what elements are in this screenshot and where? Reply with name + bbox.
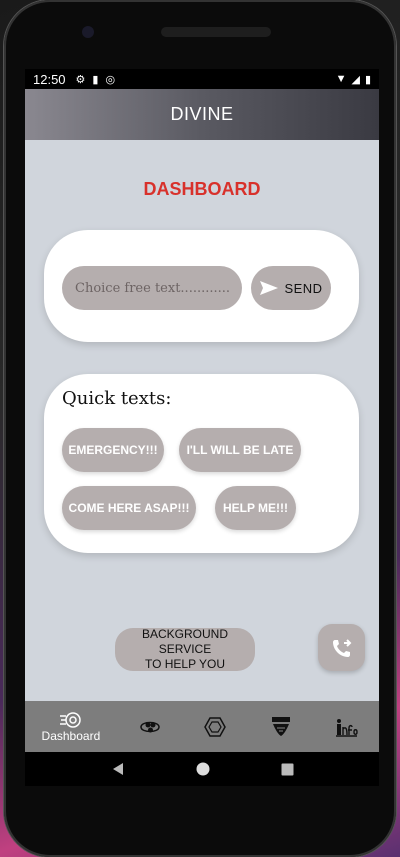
signal-icon: ◢ (351, 73, 360, 86)
call-forward-fab[interactable] (318, 624, 365, 671)
wifi-icon: ▼ (335, 72, 347, 85)
message-card: Choice free text............ SEND (44, 230, 359, 342)
settings-status-icon: ⚙ (75, 73, 86, 86)
background-service-button[interactable]: BACKGROUND SERVICE TO HELP YOU (115, 627, 255, 672)
hexagon-icon (204, 716, 226, 737)
nav-dashboard-label: Dashboard (41, 728, 101, 743)
nav-friends[interactable] (117, 701, 183, 752)
quick-text-help-me[interactable]: HELP ME!!! (215, 486, 296, 530)
free-text-placeholder: Choice free text............ (75, 280, 231, 296)
app-bar: DIVINE (25, 89, 379, 140)
quick-texts-label: Quick texts: (62, 388, 172, 409)
dashboard-icon (59, 711, 81, 728)
sd-card-status-icon: ▮ (92, 73, 99, 86)
quick-text-late[interactable]: I'LL WILL BE LATE (179, 428, 301, 472)
front-camera (82, 26, 94, 38)
phone-forward-icon (332, 638, 351, 657)
nav-info[interactable] (313, 701, 379, 752)
send-icon (260, 281, 279, 295)
send-button[interactable]: SEND (251, 266, 331, 310)
send-label: SEND (284, 280, 323, 296)
free-text-input[interactable]: Choice free text............ (62, 266, 242, 310)
nav-dashboard[interactable]: Dashboard (25, 701, 117, 752)
quick-text-emergency[interactable]: EMERGENCY!!! (62, 428, 164, 472)
page-title: DASHBOARD (143, 179, 261, 199)
sync-status-icon: ◎ (105, 73, 116, 86)
app-screen: 12:50 ⚙ ▮ ◎ ▼ ◢ ▮ DIVINE DASHBOARD Choic… (25, 69, 379, 786)
nav-hexagon[interactable] (182, 701, 248, 752)
recents-icon[interactable] (281, 763, 294, 776)
phone-frame: 12:50 ⚙ ▮ ◎ ▼ ◢ ▮ DIVINE DASHBOARD Choic… (4, 0, 396, 857)
home-icon[interactable] (196, 762, 210, 776)
system-navigation-bar (25, 752, 379, 786)
back-icon[interactable] (111, 762, 125, 776)
status-bar: 12:50 ⚙ ▮ ◎ ▼ ◢ ▮ (25, 69, 379, 89)
nav-help-me[interactable] (248, 701, 314, 752)
app-title: DIVINE (170, 104, 234, 124)
quick-text-come-here[interactable]: COME HERE ASAP!!! (62, 486, 196, 530)
help-me-icon (271, 716, 290, 736)
friends-icon (139, 721, 160, 732)
earpiece-speaker (161, 27, 271, 37)
background-service-line1: BACKGROUND SERVICE (141, 627, 228, 656)
battery-icon: ▮ (364, 73, 371, 86)
status-time: 12:50 (33, 71, 66, 87)
bottom-navigation: Dashboard (25, 701, 379, 752)
background-service-line2: TO HELP YOU (144, 657, 226, 671)
info-icon (336, 718, 358, 737)
background-service-label: BACKGROUND SERVICE TO HELP YOU (115, 627, 255, 672)
quick-texts-card: Quick texts: EMERGENCY!!! I'LL WILL BE L… (44, 374, 359, 553)
